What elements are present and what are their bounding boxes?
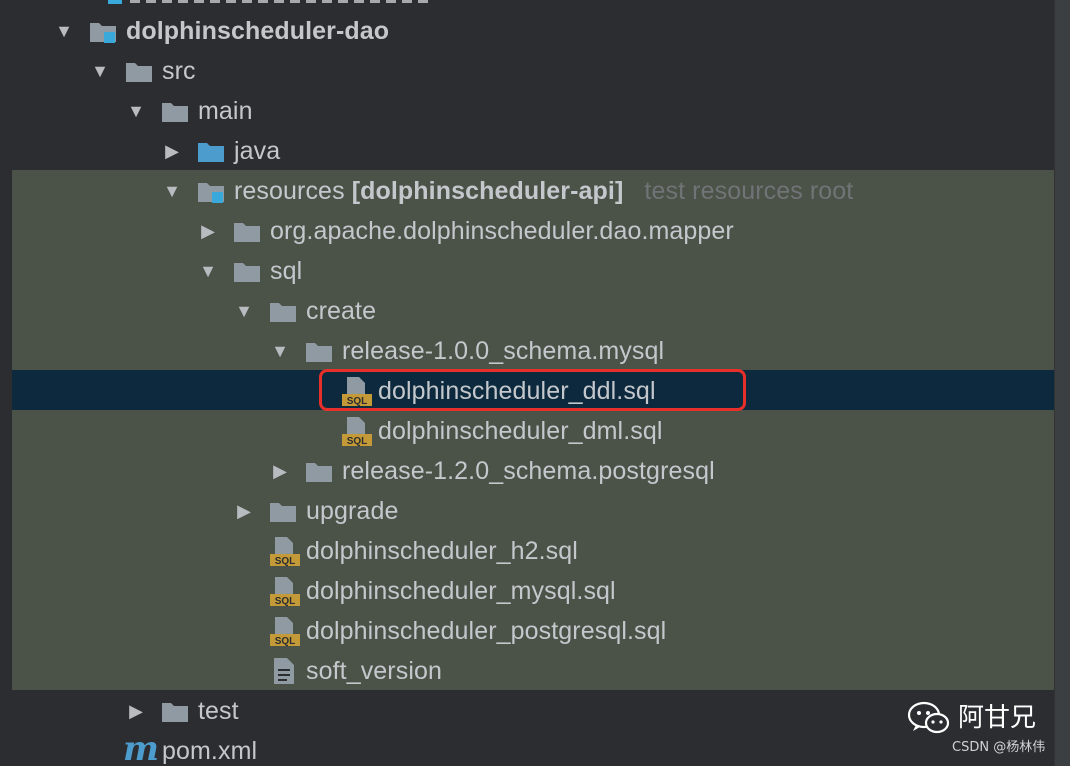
previous-item-cutoff	[108, 0, 122, 4]
editor-divider	[1054, 0, 1070, 766]
expanded-arrow-icon[interactable]: ▼	[235, 302, 253, 320]
folder-icon	[306, 463, 332, 482]
collapsed-arrow-icon[interactable]: ▶	[163, 142, 181, 160]
tree-row-main[interactable]: ▼ main	[0, 91, 1054, 131]
folder-icon	[306, 343, 332, 362]
tree-item-label: release-1.0.0_schema.mysql	[342, 337, 665, 365]
tree-item-label: org.apache.dolphinscheduler.dao.mapper	[270, 217, 734, 245]
sql-badge-text: SQL	[275, 556, 296, 567]
project-tree-panel[interactable]: ▼ dolphinscheduler-dao ▼ src ▼ main ▶ ja…	[0, 0, 1054, 766]
tree-item-label: upgrade	[306, 497, 399, 525]
expanded-arrow-icon[interactable]: ▼	[163, 182, 181, 200]
tree-row-mapper-package[interactable]: ▶ org.apache.dolphinscheduler.dao.mapper	[0, 211, 1054, 251]
tree-row-resources[interactable]: ▼ resources [dolphinscheduler-api] test …	[0, 171, 1054, 211]
maven-icon: m	[123, 729, 159, 766]
tree-item-label: resources	[234, 177, 345, 205]
tree-row-postgresql-sql[interactable]: SQL dolphinscheduler_postgresql.sql	[0, 611, 1054, 651]
sql-file-icon: SQL	[270, 617, 300, 647]
previous-item-cutoff-text	[130, 0, 430, 3]
tree-row-java[interactable]: ▶ java	[0, 131, 1054, 171]
tree-item-label: dolphinscheduler-dao	[126, 17, 390, 45]
tree-item-label: dolphinscheduler_postgresql.sql	[306, 617, 667, 645]
source-root-folder-icon	[198, 143, 224, 162]
expanded-arrow-icon[interactable]: ▼	[199, 262, 217, 280]
tree-row-soft-version[interactable]: soft_version	[0, 651, 1054, 691]
tree-item-label: test	[198, 697, 239, 725]
credit-text: CSDN @杨林伟	[952, 740, 1046, 755]
tree-row-h2-sql[interactable]: SQL dolphinscheduler_h2.sql	[0, 531, 1054, 571]
watermark-text: 阿甘兄	[958, 703, 1037, 733]
tree-item-label: pom.xml	[162, 737, 258, 765]
tree-row-release-1-0-0[interactable]: ▼ release-1.0.0_schema.mysql	[0, 331, 1054, 371]
tree-row-dml-sql[interactable]: SQL dolphinscheduler_dml.sql	[0, 411, 1054, 451]
tree-item-label: src	[162, 57, 196, 85]
sql-file-icon: SQL	[270, 577, 300, 607]
collapsed-arrow-icon[interactable]: ▶	[127, 702, 145, 720]
collapsed-arrow-icon[interactable]: ▶	[199, 222, 217, 240]
tree-item-label: java	[234, 137, 281, 165]
tree-item-label: dolphinscheduler_mysql.sql	[306, 577, 616, 605]
sql-badge-text: SQL	[275, 636, 296, 647]
tree-row-upgrade[interactable]: ▶ upgrade	[0, 491, 1054, 531]
tree-item-label: main	[198, 97, 253, 125]
text-file-icon	[274, 658, 294, 684]
sql-file-icon: SQL	[270, 537, 300, 567]
folder-icon	[270, 503, 296, 522]
tree-item-label-group: resources [dolphinscheduler-api] test re…	[234, 171, 853, 211]
expanded-arrow-icon[interactable]: ▼	[127, 102, 145, 120]
collapsed-arrow-icon[interactable]: ▶	[271, 462, 289, 480]
tree-row-sql[interactable]: ▼ sql	[0, 251, 1054, 291]
resources-root-folder-icon	[198, 183, 224, 203]
tree-row-src[interactable]: ▼ src	[0, 51, 1054, 91]
tree-row-release-1-2-0[interactable]: ▶ release-1.2.0_schema.postgresql	[0, 451, 1054, 491]
folder-icon	[270, 303, 296, 322]
tree-item-label: soft_version	[306, 657, 442, 685]
expanded-arrow-icon[interactable]: ▼	[55, 22, 73, 40]
sql-badge-text: SQL	[347, 436, 368, 447]
tree-item-label: release-1.2.0_schema.postgresql	[342, 457, 715, 485]
folder-icon	[162, 103, 188, 122]
folder-icon	[162, 703, 188, 722]
tree-item-label: dolphinscheduler_h2.sql	[306, 537, 578, 565]
tree-row-dolphinscheduler-dao[interactable]: ▼ dolphinscheduler-dao	[0, 11, 1054, 51]
module-name-suffix: [dolphinscheduler-api]	[351, 177, 624, 205]
sql-file-icon: SQL	[342, 417, 372, 447]
module-folder-icon	[90, 23, 116, 43]
tree-row-test[interactable]: ▶ test	[0, 691, 1054, 731]
tree-row-pom-xml[interactable]: m pom.xml	[0, 729, 1054, 766]
tree-item-label: sql	[270, 257, 303, 285]
tree-item-label: dolphinscheduler_dml.sql	[378, 417, 663, 445]
expanded-arrow-icon[interactable]: ▼	[91, 62, 109, 80]
folder-icon	[234, 223, 260, 242]
tree-row-create[interactable]: ▼ create	[0, 291, 1054, 331]
tree-item-label: create	[306, 297, 377, 325]
wechat-icon	[908, 701, 950, 734]
folder-icon	[126, 63, 152, 82]
sql-badge-text: SQL	[275, 596, 296, 607]
root-type-hint: test resources root	[644, 177, 854, 205]
collapsed-arrow-icon[interactable]: ▶	[235, 502, 253, 520]
expanded-arrow-icon[interactable]: ▼	[271, 342, 289, 360]
annotation-highlight-box	[319, 369, 746, 411]
tree-row-mysql-sql[interactable]: SQL dolphinscheduler_mysql.sql	[0, 571, 1054, 611]
folder-icon	[234, 263, 260, 282]
